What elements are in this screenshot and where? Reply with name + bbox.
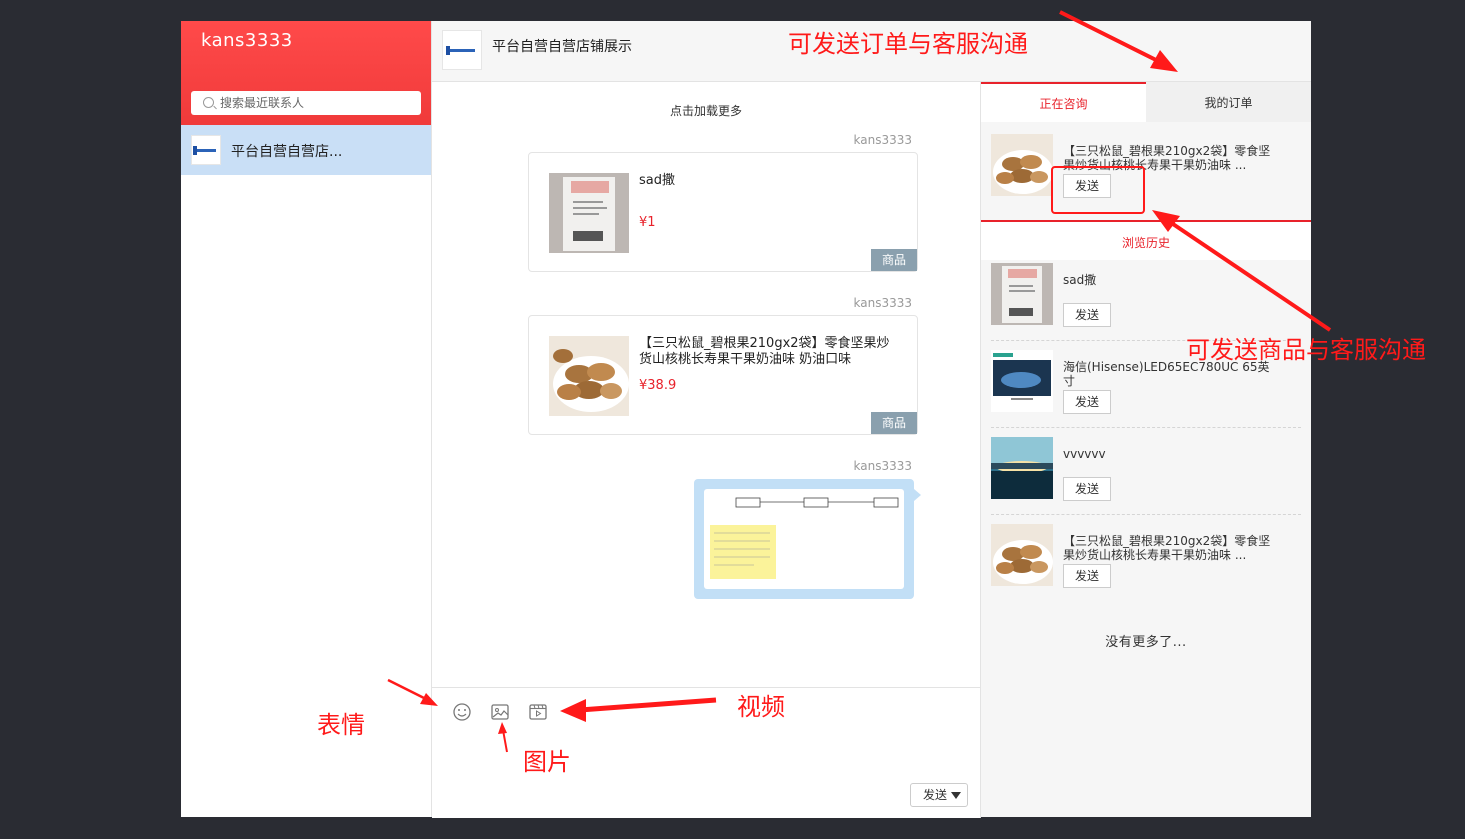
dropdown-arrow-icon[interactable]: [951, 792, 961, 799]
send-product-button[interactable]: 发送: [1063, 303, 1111, 327]
product-thumbnail: [991, 437, 1053, 499]
shop-logo: [442, 30, 482, 70]
image-content: [704, 489, 904, 589]
annotation-order: 可发送订单与客服沟通: [788, 30, 1028, 58]
video-icon[interactable]: [528, 702, 548, 722]
message-sender: kans3333: [853, 133, 913, 147]
input-area[interactable]: 发送: [432, 687, 981, 818]
product-thumbnail: [549, 336, 629, 416]
message-list[interactable]: 点击加载更多 kans3333 sad撒 ¥1 商品 kans3333 【三只松…: [432, 82, 981, 687]
annotation-product: 可发送商品与客服沟通: [1186, 336, 1426, 364]
shop-logo: [191, 135, 221, 165]
chat-title: 平台自营自营店铺展示: [492, 39, 632, 55]
load-more-link[interactable]: 点击加载更多: [432, 102, 980, 119]
user-header: kans3333: [181, 21, 431, 125]
emoji-icon[interactable]: [452, 702, 472, 722]
divider: [991, 427, 1301, 428]
side-panel: 正在咨询 我的订单 【三只松鼠_碧根果210gx2袋】零食坚果炒货山核桃长寿果干…: [981, 82, 1311, 817]
send-label: 发送: [923, 788, 948, 802]
send-product-button[interactable]: 发送: [1063, 390, 1111, 414]
send-product-button[interactable]: 发送: [1063, 564, 1111, 588]
product-thumbnail: [991, 263, 1053, 325]
message-sender: kans3333: [853, 459, 913, 473]
contact-item[interactable]: 平台自营自营店...: [181, 125, 431, 175]
message-sender: kans3333: [853, 296, 913, 310]
send-button[interactable]: 发送: [910, 783, 968, 807]
product-price: ¥38.9: [639, 378, 677, 393]
product-card[interactable]: 【三只松鼠_碧根果210gx2袋】零食坚果炒货山核桃长寿果干果奶油味 奶油口味 …: [528, 315, 918, 435]
annotation-image: 图片: [523, 748, 571, 776]
divider: [991, 514, 1301, 515]
product-name: vvvvvv: [1063, 447, 1106, 461]
username: kans3333: [201, 30, 293, 51]
contact-name: 平台自营自营店...: [231, 144, 343, 160]
contacts-panel: kans3333 平台自营自营店...: [181, 21, 432, 817]
no-more-text: 没有更多了...: [1105, 635, 1187, 650]
search-icon: [203, 97, 214, 108]
flowchart-image: [710, 497, 899, 579]
product-name: sad撒: [1063, 273, 1097, 287]
search-box[interactable]: [191, 91, 421, 115]
product-card[interactable]: sad撒 ¥1 商品: [528, 152, 918, 272]
annotation-video: 视频: [737, 693, 785, 721]
product-thumbnail: [991, 524, 1053, 586]
annotation-highlight-box: [1051, 166, 1145, 214]
side-tabs: 正在咨询 我的订单: [981, 82, 1311, 122]
send-product-button[interactable]: 发送: [1063, 477, 1111, 501]
annotation-emoji: 表情: [317, 711, 365, 739]
tab-consulting[interactable]: 正在咨询: [981, 82, 1146, 122]
product-thumbnail: [549, 173, 629, 253]
product-tag: 商品: [871, 249, 917, 271]
image-icon[interactable]: [490, 702, 510, 722]
product-price: ¥1: [639, 215, 656, 230]
product-name: 【三只松鼠_碧根果210gx2袋】零食坚果炒货山核桃长寿果干果奶油味 奶油口味: [639, 336, 890, 367]
image-message[interactable]: [694, 479, 921, 599]
product-thumbnail: [991, 134, 1053, 196]
tab-my-orders[interactable]: 我的订单: [1146, 82, 1311, 122]
product-name: 【三只松鼠_碧根果210gx2袋】零食坚果炒货山核桃长寿果干果奶油味 ...: [1063, 534, 1271, 562]
product-tag: 商品: [871, 412, 917, 434]
product-name: sad撒: [639, 173, 675, 188]
search-input[interactable]: [220, 91, 415, 115]
browse-history-title: 浏览历史: [981, 220, 1311, 260]
product-thumbnail: [991, 350, 1053, 412]
